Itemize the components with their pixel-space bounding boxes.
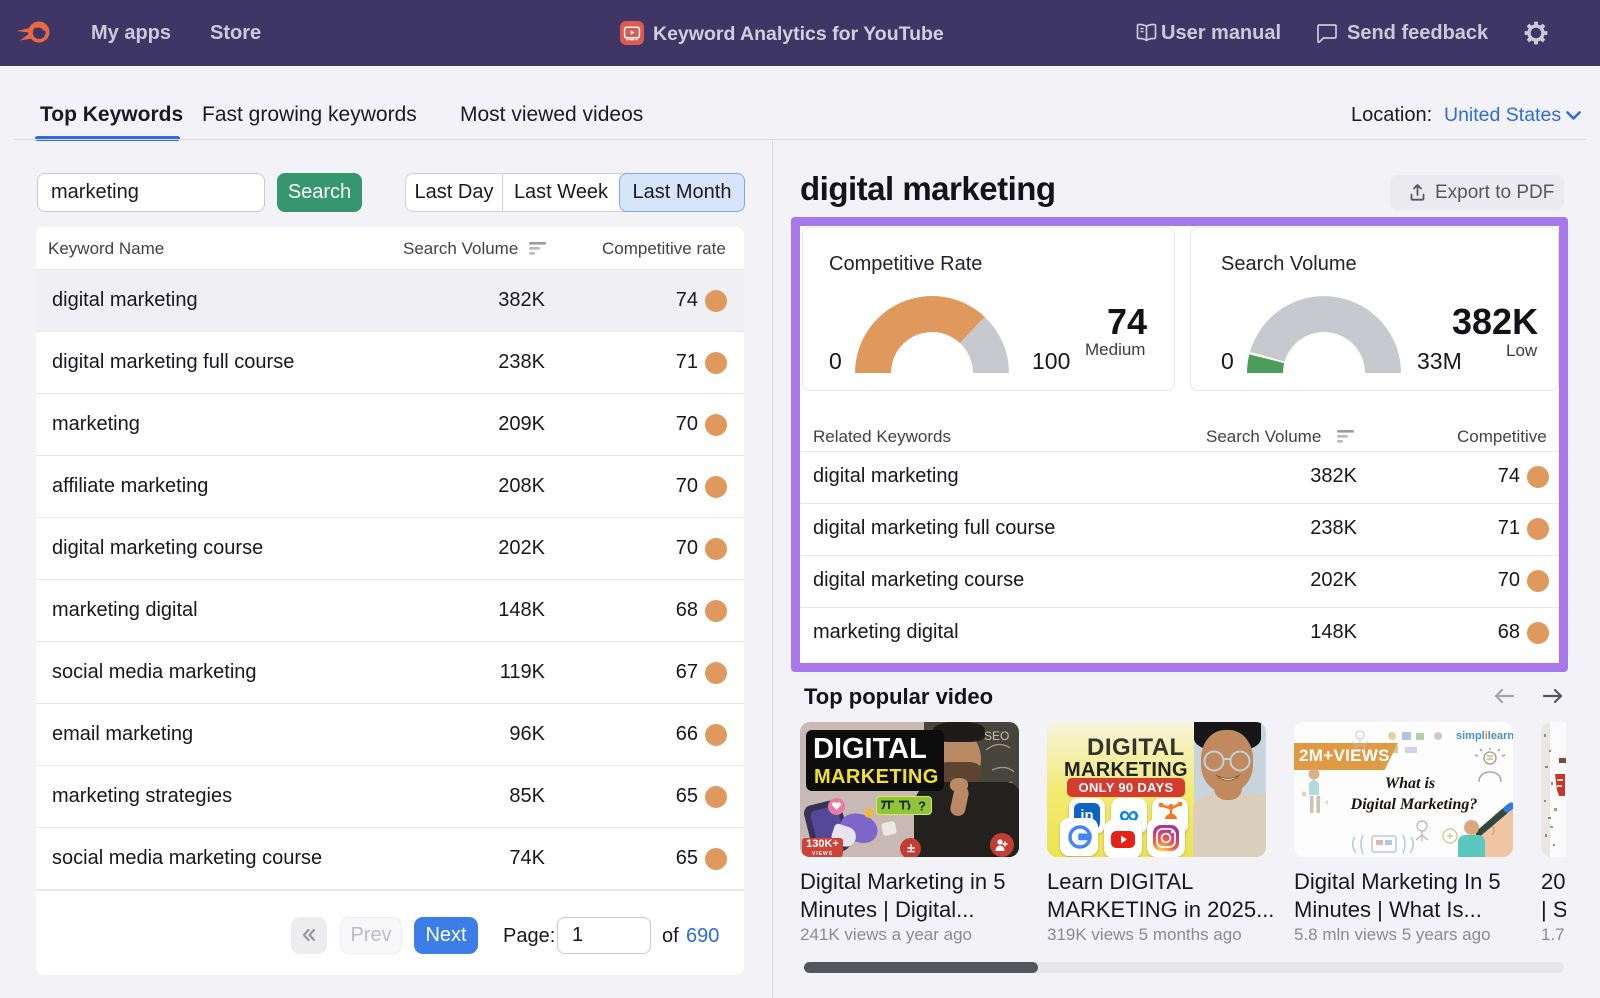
svg-text:?: ? [918,799,926,814]
svg-text:SEO: SEO [984,729,1009,743]
